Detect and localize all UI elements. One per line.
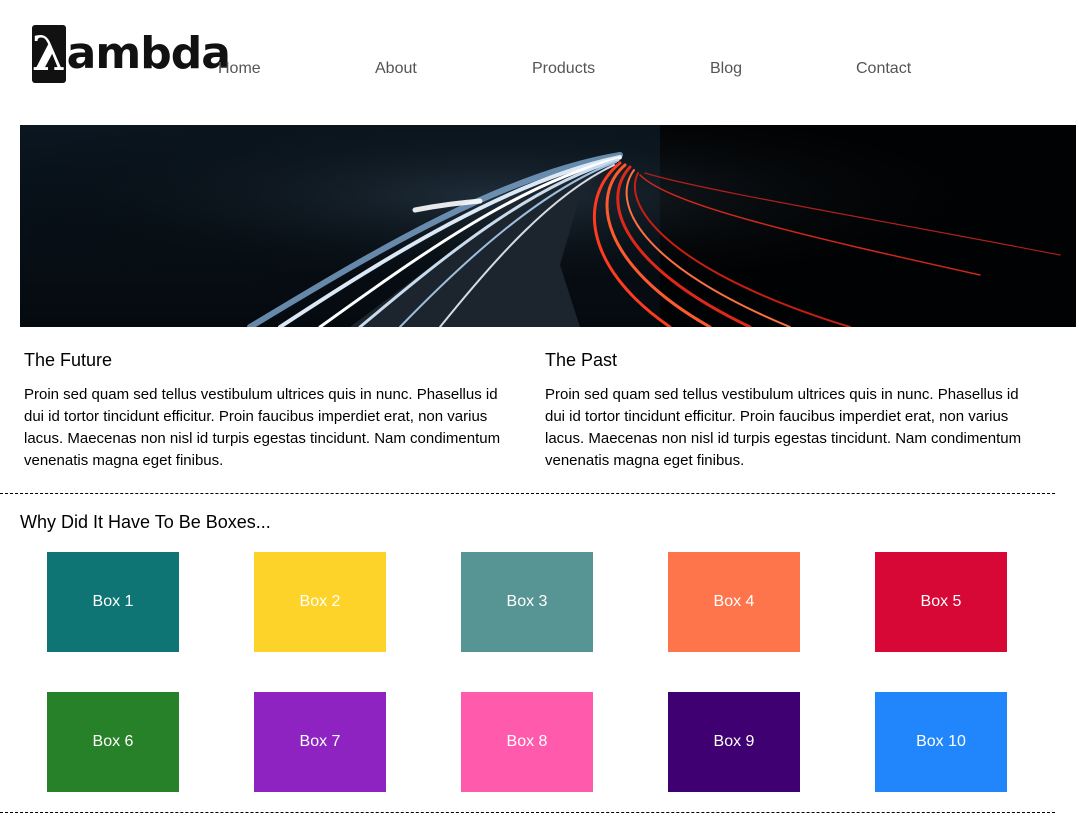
article-the-past: The Past Proin sed quam sed tellus vesti… [545, 350, 1035, 472]
divider [0, 812, 1055, 813]
box-label: Box 4 [713, 593, 755, 610]
box-label: Box 9 [713, 733, 755, 750]
box-label: Box 1 [92, 593, 134, 610]
article-body: Proin sed quam sed tellus vestibulum ult… [545, 386, 1022, 469]
box-5: Box 5 [875, 552, 1007, 652]
box-6: Box 6 [47, 692, 179, 792]
box-10: Box 10 [875, 692, 1007, 792]
box-label: Box 3 [506, 593, 548, 610]
box-label: Box 8 [506, 733, 548, 750]
box-label: Box 10 [916, 733, 966, 750]
nav-link-home[interactable]: Home [218, 60, 261, 78]
article-title: The Future [24, 350, 113, 370]
article-the-future: The Future Proin sed quam sed tellus ves… [24, 350, 514, 472]
hero-image [20, 125, 1076, 327]
nav-link-products[interactable]: Products [532, 60, 595, 78]
box-label: Box 5 [920, 593, 962, 610]
boxes-section-title: Why Did It Have To Be Boxes... [20, 512, 271, 532]
box-label: Box 6 [92, 733, 134, 750]
nav-link-about[interactable]: About [375, 60, 417, 78]
main-nav: Home About Products Blog Contact [0, 60, 1079, 80]
article-title: The Past [545, 350, 618, 370]
box-7: Box 7 [254, 692, 386, 792]
box-4: Box 4 [668, 552, 800, 652]
box-8: Box 8 [461, 692, 593, 792]
nav-link-blog[interactable]: Blog [710, 60, 742, 78]
article-body: Proin sed quam sed tellus vestibulum ult… [24, 386, 501, 469]
box-1: Box 1 [47, 552, 179, 652]
box-9: Box 9 [668, 692, 800, 792]
box-label: Box 7 [299, 733, 341, 750]
divider [0, 493, 1055, 494]
nav-link-contact[interactable]: Contact [856, 60, 911, 78]
box-label: Box 2 [299, 593, 341, 610]
box-2: Box 2 [254, 552, 386, 652]
box-3: Box 3 [461, 552, 593, 652]
